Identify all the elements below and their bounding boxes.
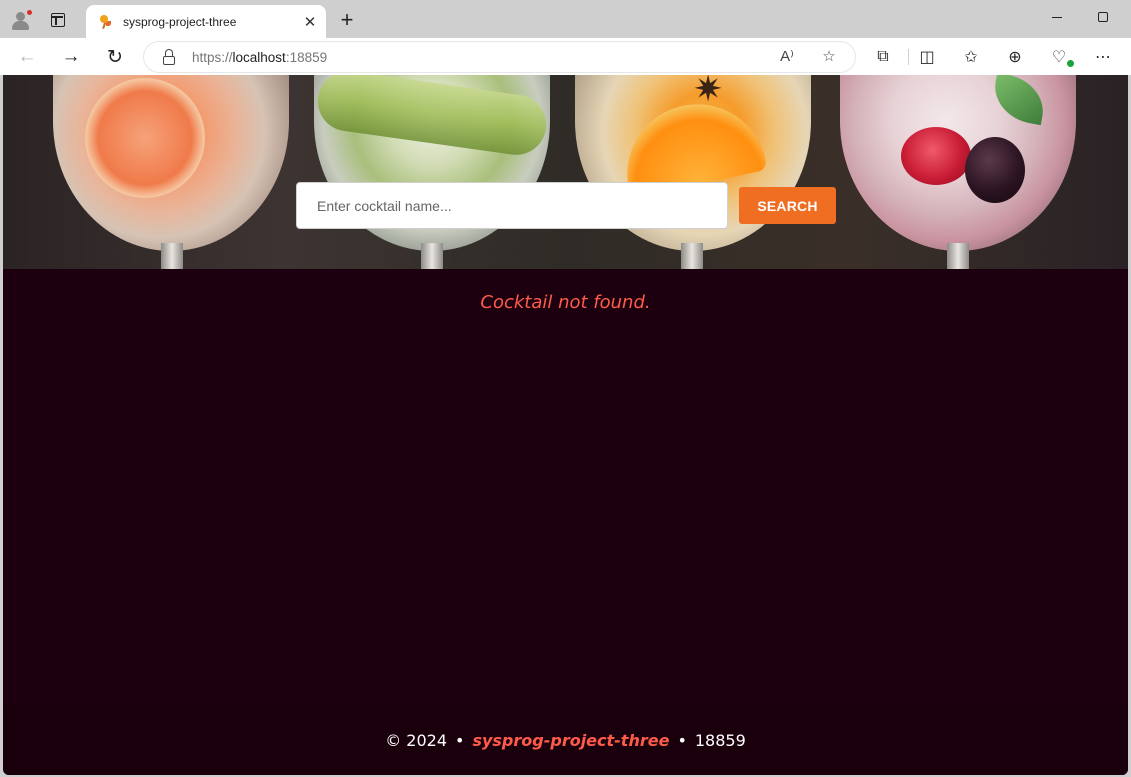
star-anise-icon: ✷ [693,75,724,109]
extensions-icon[interactable]: ⧉ [870,44,896,70]
close-tab-icon[interactable]: ✕ [300,12,320,32]
browser-toolbar: ← → ↻ https://localhost:18859 A⁾ ☆ ⧉ ◫ ✩… [0,38,1131,75]
browser-window: sysprog-project-three ✕ + ← → ↻ https://… [0,0,1131,777]
cocktail-favicon-icon [97,14,113,30]
favorites-icon[interactable]: ✩ [958,44,984,70]
not-found-message: Cocktail not found. [480,292,651,313]
split-screen-icon[interactable]: ◫ [914,44,940,70]
glass-stem [681,243,703,269]
footer-port: 18859 [694,730,746,750]
read-aloud-icon[interactable]: A⁾ [777,47,797,65]
favorite-star-icon[interactable]: ☆ [819,47,839,65]
footer-separator: • [677,730,687,750]
footer-copyright: © 2024 [385,730,448,750]
url-port: :18859 [285,49,328,65]
glass-stem [947,243,969,269]
blackberry-image [965,137,1025,203]
minimize-button[interactable] [1034,0,1080,34]
more-options-icon[interactable]: ⋯ [1090,44,1116,70]
collections-icon[interactable]: ⊕ [1002,44,1028,70]
back-icon[interactable]: ← [14,44,40,70]
performance-badge-icon [1066,59,1075,68]
toolbar-separator [908,49,909,65]
hero-banner-image: ✷ SEARCH [3,75,1128,269]
raspberry-image [901,127,971,185]
tab-strip: sysprog-project-three ✕ + [0,0,1131,38]
tab-active[interactable]: sysprog-project-three ✕ [86,5,326,38]
forward-icon[interactable]: → [58,44,84,70]
page-viewport: ✷ SEARCH Cocktail not found. © 2024 • sy… [3,75,1128,775]
grapefruit-slice-image [85,78,205,198]
maximize-button[interactable] [1080,0,1126,34]
profile-icon[interactable] [8,7,34,33]
url-scheme: https:// [192,49,233,65]
page-footer: © 2024 • sysprog-project-three • 18859 [3,705,1128,775]
new-tab-icon[interactable]: + [336,9,358,31]
lock-icon[interactable] [162,49,176,65]
url-text[interactable]: https://localhost:18859 [192,50,327,65]
footer-brand: sysprog-project-three [472,730,670,750]
reload-icon[interactable]: ↻ [102,44,128,70]
tab-title: sysprog-project-three [123,14,237,29]
cocktail-search-input[interactable] [296,182,728,229]
url-host: localhost [232,49,286,65]
glass-stem [421,243,443,269]
address-bar[interactable]: https://localhost:18859 A⁾ ☆ [144,42,855,72]
tab-actions-icon[interactable] [48,10,68,30]
glass-stem [161,243,183,269]
search-button[interactable]: SEARCH [739,187,836,224]
footer-separator: • [455,730,465,750]
